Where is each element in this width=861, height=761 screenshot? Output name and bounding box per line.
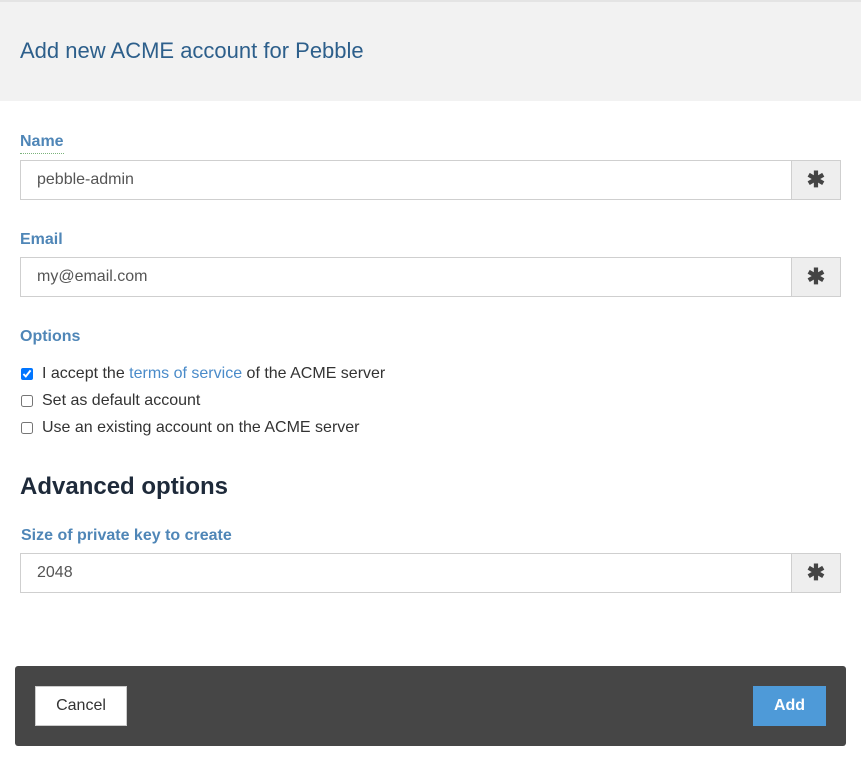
use-existing-option[interactable]: Use an existing account on the ACME serv… bbox=[20, 419, 360, 437]
accept-tos-suffix: of the ACME server bbox=[242, 365, 386, 382]
key-size-input[interactable] bbox=[21, 554, 791, 592]
add-button[interactable]: Add bbox=[753, 686, 826, 726]
name-field-group: ✱ bbox=[20, 160, 841, 200]
email-label: Email bbox=[20, 231, 63, 248]
options-label: Options bbox=[20, 328, 81, 345]
key-size-field-group: ✱ bbox=[20, 553, 841, 593]
accept-tos-prefix: I accept the bbox=[42, 365, 130, 382]
accept-tos-checkbox[interactable] bbox=[21, 368, 33, 380]
dialog-title: Add new ACME account for Pebble bbox=[20, 38, 364, 63]
cancel-button[interactable]: Cancel bbox=[35, 686, 127, 726]
set-default-option[interactable]: Set as default account bbox=[20, 392, 200, 410]
email-field-group: ✱ bbox=[20, 257, 841, 297]
use-existing-label: Use an existing account on the ACME serv… bbox=[42, 419, 360, 436]
required-icon: ✱ bbox=[791, 161, 840, 199]
email-input[interactable] bbox=[21, 258, 791, 296]
set-default-checkbox[interactable] bbox=[21, 395, 33, 407]
name-label: Name bbox=[20, 133, 64, 154]
set-default-label: Set as default account bbox=[42, 392, 201, 409]
key-size-label: Size of private key to create bbox=[21, 527, 232, 544]
terms-of-service-link[interactable]: terms of service bbox=[129, 365, 242, 383]
dialog-header: Add new ACME account for Pebble bbox=[0, 0, 861, 101]
required-icon: ✱ bbox=[791, 258, 840, 296]
dialog-footer: Cancel Add bbox=[15, 666, 846, 746]
use-existing-checkbox[interactable] bbox=[21, 422, 33, 434]
name-input[interactable] bbox=[21, 161, 791, 199]
accept-tos-option[interactable]: I accept the terms of service of the ACM… bbox=[20, 365, 385, 383]
required-icon: ✱ bbox=[791, 554, 840, 592]
advanced-options-heading: Advanced options bbox=[20, 473, 229, 500]
